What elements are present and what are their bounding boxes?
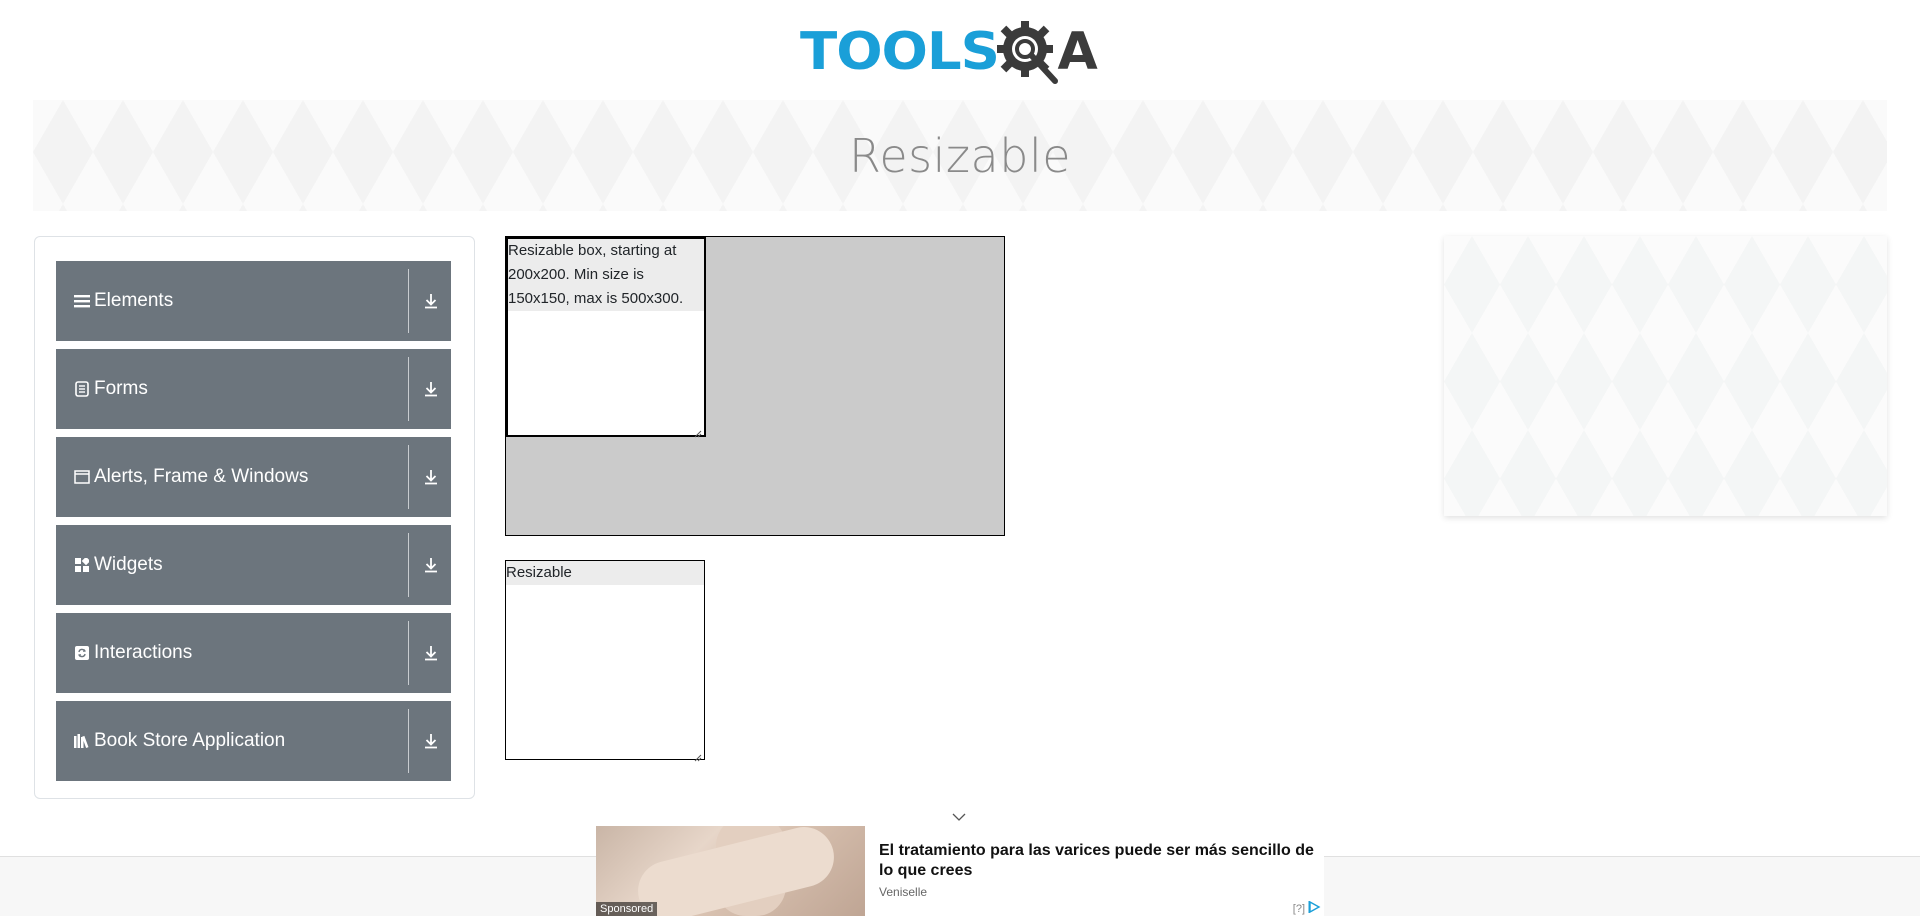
sidebar-group-label: Alerts, Frame & Windows	[94, 466, 309, 487]
sidebar-group-alerts-frame-windows[interactable]: Alerts, Frame & Windows	[56, 437, 451, 517]
logo-tools-text: TOOLS	[800, 22, 1000, 82]
right-ad-placeholder	[1444, 236, 1887, 516]
sidebar-group-interactions[interactable]: Interactions	[56, 613, 451, 693]
sidebar-group-label: Book Store Application	[94, 730, 286, 751]
download-icon[interactable]	[421, 467, 441, 487]
divider	[408, 709, 409, 773]
divider	[408, 269, 409, 333]
ad-info-text[interactable]: [?]	[1293, 903, 1305, 915]
chevron-down-icon[interactable]	[951, 810, 967, 822]
left-panel: Elements Forms Alerts, Frame & Windows W…	[34, 236, 475, 799]
resizable-box-restricted[interactable]: Resizable box, starting at 200x200. Min …	[506, 237, 706, 438]
ad-body[interactable]: El tratamiento para las varices puede se…	[865, 826, 1324, 916]
download-icon[interactable]	[421, 555, 441, 575]
sidebar-group-forms[interactable]: Forms	[56, 349, 451, 429]
toolsqa-logo[interactable]: TOOLS A	[800, 14, 1124, 90]
page-title: Resizable	[848, 128, 1072, 183]
sidebar-group-elements[interactable]: Elements	[56, 261, 451, 341]
download-icon[interactable]	[421, 731, 441, 751]
download-icon[interactable]	[421, 291, 441, 311]
sidebar-group-label: Forms	[94, 378, 148, 399]
resizable-box-restricted-text: Resizable box, starting at 200x200. Min …	[508, 239, 704, 311]
ad-brand[interactable]: Veniselle	[879, 885, 1324, 899]
sidebar-group-label: Widgets	[94, 554, 163, 575]
divider	[408, 357, 409, 421]
ad-info[interactable]: [?]	[1293, 900, 1322, 916]
widgets-icon	[74, 557, 90, 573]
ad-image[interactable]: Sponsored	[596, 826, 865, 916]
page-banner: Resizable	[33, 100, 1887, 211]
gear-magnifier-icon	[995, 19, 1061, 85]
window-icon	[74, 469, 90, 485]
resize-handle-icon[interactable]	[694, 749, 702, 762]
sidebar-group-widgets[interactable]: Widgets	[56, 525, 451, 605]
sidebar-group-book-store-application[interactable]: Book Store Application	[56, 701, 451, 781]
download-icon[interactable]	[421, 379, 441, 399]
logo-a-text: A	[1057, 22, 1098, 82]
adchoices-icon[interactable]	[1308, 900, 1322, 916]
resizable-box-free[interactable]: Resizable	[505, 560, 705, 762]
divider	[408, 533, 409, 597]
hamburger-icon	[74, 293, 90, 309]
sidebar-group-label: Interactions	[94, 642, 193, 663]
divider	[408, 445, 409, 509]
interactions-icon	[74, 645, 90, 661]
sponsored-label: Sponsored	[596, 902, 658, 916]
sponsored-ad[interactable]: Sponsored El tratamiento para las varice…	[596, 826, 1324, 916]
resizable-box-free-text: Resizable	[506, 561, 704, 585]
form-icon	[74, 381, 90, 397]
sidebar-group-label: Elements	[94, 290, 174, 311]
resize-handle-icon[interactable]	[694, 425, 702, 438]
download-icon[interactable]	[421, 643, 441, 663]
ad-title[interactable]: El tratamiento para las varices puede se…	[879, 841, 1319, 881]
resizable-constraint-area: Resizable box, starting at 200x200. Min …	[505, 236, 1005, 536]
divider	[408, 621, 409, 685]
books-icon	[74, 733, 90, 749]
